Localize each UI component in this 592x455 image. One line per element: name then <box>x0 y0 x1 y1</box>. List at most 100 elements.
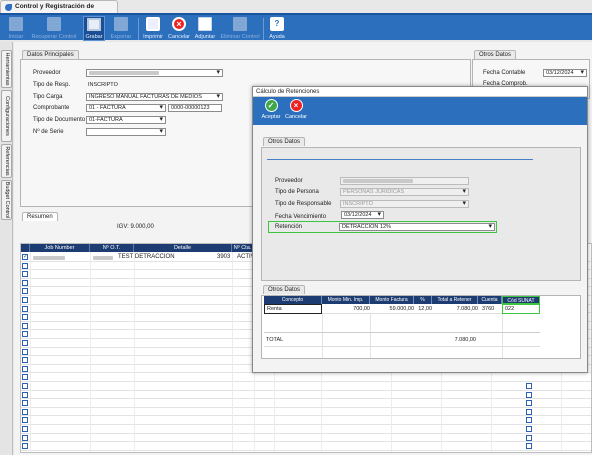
col-pct[interactable]: % <box>414 296 432 304</box>
ayuda-button[interactable]: ? Ayuda <box>266 16 288 41</box>
grid-row-checkbox[interactable] <box>526 383 532 389</box>
grid-row-checkbox[interactable] <box>22 297 28 303</box>
aceptar-button[interactable]: ✓ Aceptar <box>259 99 283 123</box>
dialog-otros-datos-tab[interactable]: Otros Datos <box>263 137 306 146</box>
grid-row-checkbox[interactable] <box>22 443 28 450</box>
col-cuenta[interactable]: Cuenta <box>478 296 502 304</box>
grid-row-checkbox[interactable] <box>22 357 28 364</box>
dialog-cancelar-button[interactable]: × Cancelar <box>284 99 308 123</box>
grid-row-checkbox[interactable] <box>22 348 28 355</box>
save-icon <box>87 18 101 31</box>
cell-concepto[interactable]: Renta <box>264 304 322 314</box>
grid-row-line <box>21 424 591 425</box>
retenciones-row[interactable]: Renta 700,00 59.000,00 12,00 7.080,00 37… <box>264 304 540 314</box>
grid-row-checkbox[interactable] <box>22 314 28 321</box>
grid-cell-cuenta: 3903 <box>217 254 231 260</box>
delete-icon <box>233 17 247 31</box>
grid-row-checkbox[interactable] <box>22 434 28 441</box>
otros-datos-main-title: Otros Datos <box>474 50 517 59</box>
dialog-subgrid-tab[interactable]: Otros Datos <box>263 285 306 294</box>
retencion-combo[interactable]: DETRACCION 12% <box>339 223 495 231</box>
grid-header-check <box>21 244 30 252</box>
grid-header-job-number[interactable]: Job Number <box>30 244 90 252</box>
proveedor-combo[interactable] <box>86 69 223 77</box>
grid-row-checkbox[interactable] <box>22 400 28 407</box>
grid-row-checkbox[interactable] <box>526 426 532 432</box>
col-total-retener[interactable]: Total a Retener <box>432 296 478 304</box>
window-title-tab[interactable]: Control y Registración de Factura... <box>0 0 118 22</box>
grid-row-checkbox[interactable] <box>22 383 28 389</box>
grid-row-checkbox[interactable] <box>22 374 28 381</box>
tab-resumen[interactable]: Resumen <box>22 212 58 221</box>
dialog-title: Cálculo de Retenciones <box>253 87 587 97</box>
cell-pct: 12,00 <box>418 306 432 312</box>
tab-herramientas[interactable]: Herramientas <box>1 50 12 88</box>
tipo-resp-value: INSCRIPTO <box>88 82 118 88</box>
grid-row-checkbox[interactable] <box>526 408 532 415</box>
cell-total: 7.080,00 <box>456 306 478 312</box>
eliminar-control-button[interactable]: Eliminar Control <box>219 16 261 41</box>
imprimir-button[interactable]: Imprimir <box>141 16 165 41</box>
grid-row-checkbox[interactable] <box>22 426 28 432</box>
help-icon: ? <box>270 17 284 31</box>
tipo-carga-combo[interactable]: INGRESO MANUAL FACTURAS DE MEDIOS <box>86 93 223 101</box>
grid-row-checkbox[interactable] <box>22 340 28 346</box>
printer-icon <box>146 17 160 31</box>
grid-row-checkbox[interactable] <box>526 443 532 450</box>
redacted-text <box>33 256 65 260</box>
grid-row-checkbox[interactable] <box>22 271 28 278</box>
grid-row-checkbox[interactable] <box>526 391 532 398</box>
tab-budget-control[interactable]: Budget Control <box>1 180 12 220</box>
retencion-label: Retención <box>275 224 303 230</box>
side-tabs: Herramientas Configuraciones Referencias… <box>0 42 13 455</box>
col-cod-sunat[interactable]: Cód SUNAT <box>502 296 540 304</box>
fecha-vencimiento-field[interactable]: 03/12/2024 <box>341 211 384 219</box>
col-monto-min[interactable]: Monto Min. Imp. <box>322 296 370 304</box>
grid-row-checkbox[interactable] <box>22 288 28 295</box>
grid-row-checkbox[interactable] <box>22 253 28 260</box>
grid-header-nro-ot[interactable]: Nº O.T. <box>90 244 134 252</box>
grid-row-checkbox[interactable] <box>22 408 28 415</box>
grid-row-checkbox[interactable] <box>22 331 28 338</box>
grid-row-checkbox[interactable] <box>22 262 28 269</box>
comprobante-combo[interactable]: 01 - FACTURA <box>86 104 166 112</box>
recuperar-control-button[interactable]: Recuperar Control <box>30 16 78 41</box>
retenciones-grid[interactable]: Concepto Monto Min. Imp. Monto Factura %… <box>261 295 581 359</box>
grid-header-nro-cta[interactable]: Nº Cta. <box>232 244 254 252</box>
col-monto-factura[interactable]: Monto Factura <box>370 296 414 304</box>
export-icon <box>114 17 128 31</box>
grid-row-checkbox[interactable] <box>22 322 28 329</box>
adjuntar-button[interactable]: Adjuntar <box>193 16 217 41</box>
comprobante-number-field[interactable]: 0000-00000123 <box>168 104 222 112</box>
col-concepto[interactable]: Concepto <box>264 296 322 304</box>
nro-serie-combo[interactable] <box>86 128 166 136</box>
grid-row-checkbox[interactable] <box>22 417 28 424</box>
exportar-button[interactable]: Exportar <box>108 16 134 41</box>
grid-row-checkbox[interactable] <box>526 417 532 424</box>
tipo-resp-label: Tipo de Resp. <box>33 82 71 88</box>
grid-row-checkbox[interactable] <box>22 279 28 286</box>
col-divider <box>370 314 371 358</box>
iniciar-button[interactable]: Iniciar <box>6 16 26 41</box>
grid-row-checkbox[interactable] <box>22 365 28 372</box>
grid-header-detalle[interactable]: Detalle <box>134 244 232 252</box>
check-icon <box>22 253 28 260</box>
tipo-responsable-combo: INSCRIPTO <box>340 200 469 208</box>
cell-cod-sunat[interactable]: 022 <box>502 304 540 314</box>
grid-row-checkbox[interactable] <box>526 400 532 407</box>
attach-icon <box>198 17 212 31</box>
grid-row-checkbox[interactable] <box>22 305 28 312</box>
grid-row-checkbox[interactable] <box>526 434 532 441</box>
tab-configuraciones[interactable]: Configuraciones <box>1 90 12 142</box>
dialog-toolbar: ✓ Aceptar × Cancelar <box>253 97 587 125</box>
tipo-documento-combo[interactable]: 01-FACTURA <box>86 116 166 124</box>
tab-referencias[interactable]: Referencias <box>1 144 12 178</box>
col-divider <box>322 314 323 358</box>
check-circle-icon: ✓ <box>264 99 278 112</box>
grid-cell-detalle: TEST DETRACCION <box>118 254 175 260</box>
cancelar-button[interactable]: × Cancelar <box>167 16 191 41</box>
grid-row-checkbox[interactable] <box>22 391 28 398</box>
fecha-contable-field[interactable]: 03/12/2024 <box>543 69 587 77</box>
cancel-icon: × <box>289 99 303 112</box>
grabar-button[interactable]: Grabar <box>83 16 105 41</box>
